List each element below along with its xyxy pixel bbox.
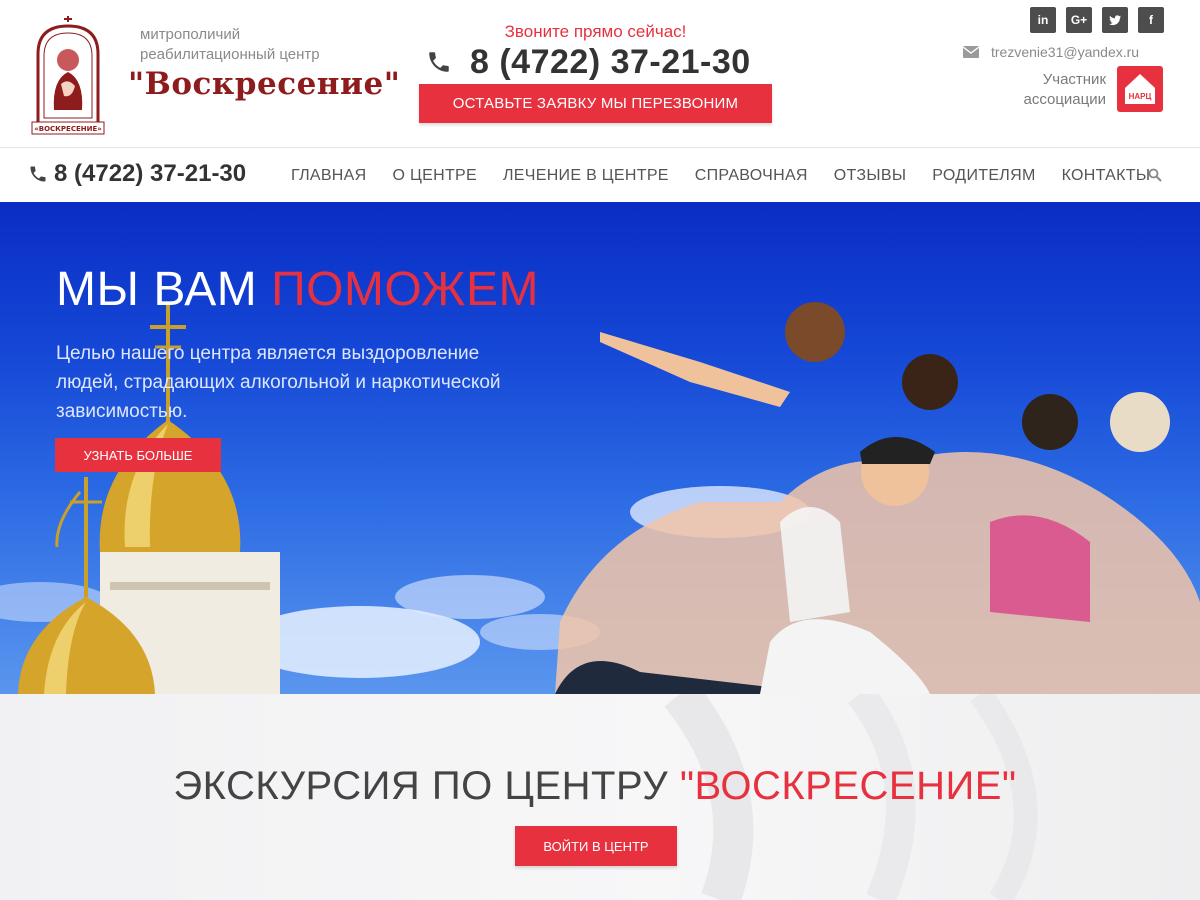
tour-section: ЭКСКУРСИЯ ПО ЦЕНТРУ "ВОСКРЕСЕНИЕ" ВОЙТИ … bbox=[0, 694, 1200, 900]
learn-more-button[interactable]: УЗНАТЬ БОЛЬШЕ bbox=[55, 438, 221, 472]
email-address: trezvenie31@yandex.ru bbox=[991, 44, 1140, 60]
search-icon[interactable] bbox=[1148, 168, 1162, 182]
narc-badge[interactable]: НАРЦ bbox=[1117, 66, 1163, 112]
call-now-text: Звоните прямо сейчас! bbox=[504, 22, 687, 41]
hero-slider: МЫ ВАМ ПОМОЖЕМ Целью нашего центра являе… bbox=[0, 202, 1200, 694]
google-plus-icon[interactable]: G+ bbox=[1066, 7, 1092, 33]
brand-name[interactable]: "Воскресение" bbox=[128, 66, 400, 102]
header-phone[interactable]: 8 (4722) 37-21-30 bbox=[426, 42, 772, 82]
hero-title-red: ПОМОЖЕМ bbox=[271, 263, 539, 316]
hero-title: МЫ ВАМ ПОМОЖЕМ bbox=[56, 262, 539, 317]
nav-item-about[interactable]: О ЦЕНТРЕ bbox=[380, 167, 490, 185]
member-line-1: Участник bbox=[1042, 71, 1106, 88]
member-line-2: ассоциации bbox=[1023, 91, 1106, 108]
nav-phone[interactable]: 8 (4722) 37-21-30 bbox=[28, 160, 246, 188]
header-phone-number: 8 (4722) 37-21-30 bbox=[470, 42, 751, 81]
brand-line-1: митрополичий bbox=[140, 26, 241, 43]
tour-title: ЭКСКУРСИЯ ПО ЦЕНТРУ "ВОСКРЕСЕНИЕ" bbox=[0, 764, 1190, 809]
envelope-icon bbox=[963, 46, 979, 58]
enter-center-button[interactable]: ВОЙТИ В ЦЕНТР bbox=[515, 826, 677, 866]
phone-icon bbox=[30, 166, 46, 182]
nav-item-home[interactable]: ГЛАВНАЯ bbox=[278, 167, 380, 185]
nav-item-treatment[interactable]: ЛЕЧЕНИЕ В ЦЕНТРЕ bbox=[490, 167, 682, 185]
nav-item-reviews[interactable]: ОТЗЫВЫ bbox=[821, 167, 920, 185]
association-member-text: Участник ассоциации bbox=[1000, 70, 1106, 110]
phone-icon bbox=[429, 52, 449, 72]
nav-item-contacts[interactable]: КОНТАКТЫ bbox=[1049, 167, 1164, 185]
main-navigation: 8 (4722) 37-21-30 ГЛАВНАЯ О ЦЕНТРЕ ЛЕЧЕН… bbox=[0, 147, 1200, 202]
tour-title-red: "ВОСКРЕСЕНИЕ" bbox=[679, 764, 1017, 808]
hero-description: Целью нашего центра является выздоровлен… bbox=[56, 343, 501, 422]
linkedin-icon[interactable]: in bbox=[1030, 7, 1056, 33]
hero-title-white: МЫ ВАМ bbox=[56, 263, 258, 316]
nav-item-parents[interactable]: РОДИТЕЛЯМ bbox=[919, 167, 1048, 185]
nav-item-reference[interactable]: СПРАВОЧНАЯ bbox=[682, 167, 821, 185]
tour-title-dark: ЭКСКУРСИЯ ПО ЦЕНТРУ bbox=[173, 764, 669, 808]
twitter-icon[interactable] bbox=[1102, 7, 1128, 33]
social-links: in G+ f bbox=[1030, 7, 1164, 33]
narc-house-icon bbox=[1125, 74, 1155, 104]
header-email[interactable]: trezvenie31@yandex.ru bbox=[963, 44, 1139, 60]
nav-menu: ГЛАВНАЯ О ЦЕНТРЕ ЛЕЧЕНИЕ В ЦЕНТРЕ СПРАВО… bbox=[278, 148, 1163, 203]
svg-text:«ВОСКРЕСЕНИЕ»: «ВОСКРЕСЕНИЕ» bbox=[34, 125, 102, 133]
logo-emblem[interactable]: «ВОСКРЕСЕНИЕ» bbox=[28, 14, 108, 136]
callback-request-button[interactable]: ОСТАВЬТЕ ЗАЯВКУ МЫ ПЕРЕЗВОНИМ bbox=[419, 84, 772, 123]
site-header: «ВОСКРЕСЕНИЕ» митрополичий реабилитацион… bbox=[0, 0, 1200, 147]
narc-badge-text: НАРЦ bbox=[1128, 92, 1152, 101]
brand-line-2: реабилитационный центр bbox=[140, 46, 320, 63]
nav-phone-number: 8 (4722) 37-21-30 bbox=[54, 160, 247, 187]
facebook-icon[interactable]: f bbox=[1138, 7, 1164, 33]
